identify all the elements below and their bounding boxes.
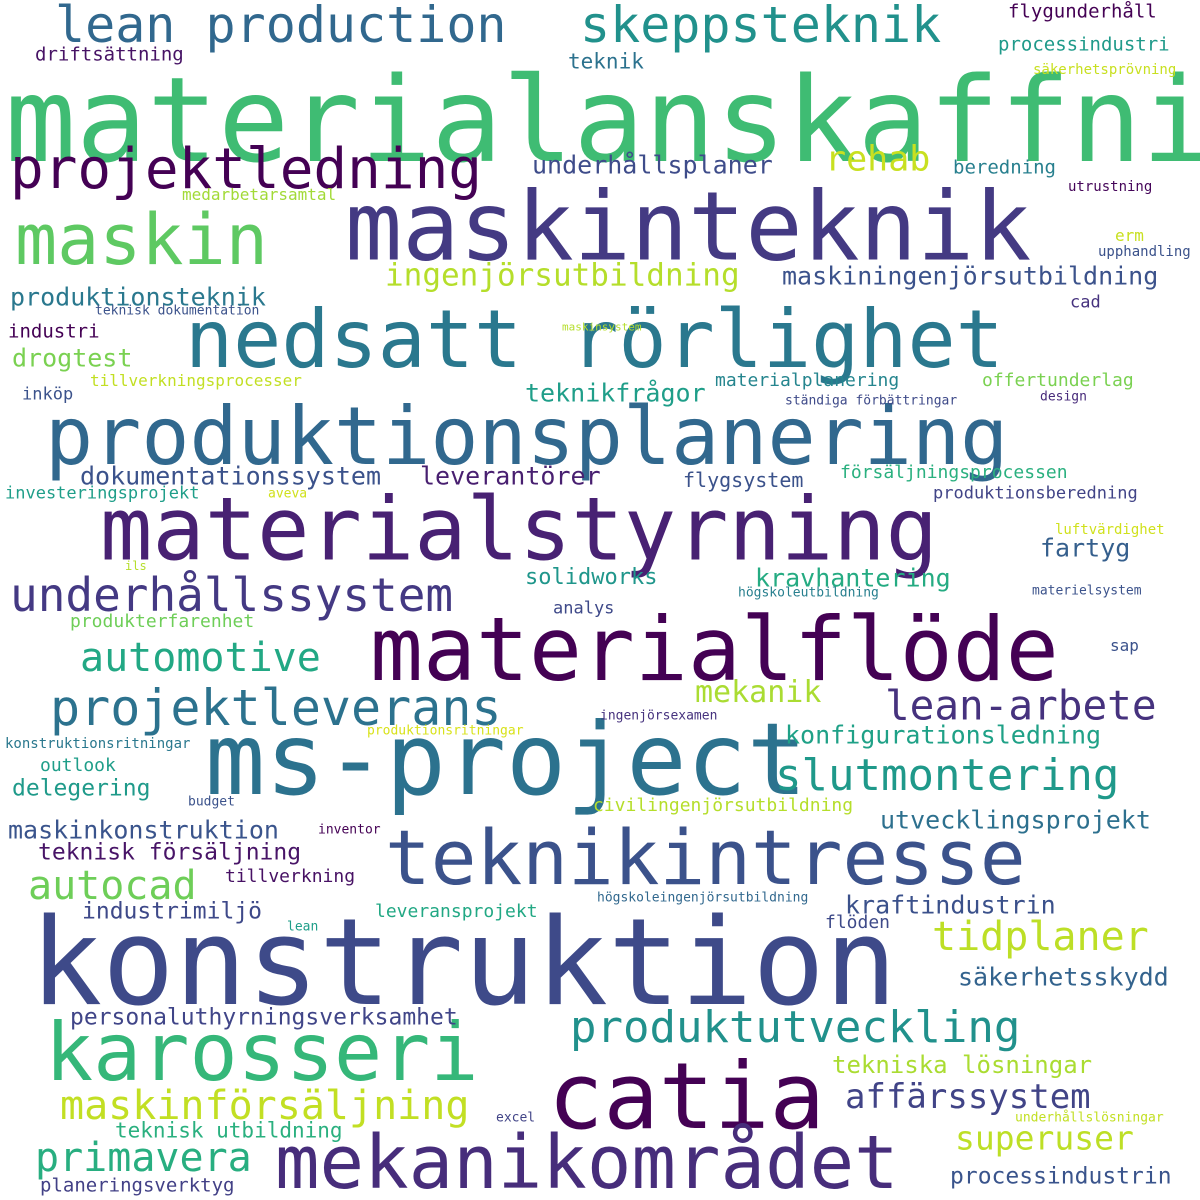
word-maskiningenjorsutbildning: maskiningenjörsutbildning xyxy=(782,261,1159,291)
word-automotive: automotive xyxy=(80,635,321,681)
word-outlook: outlook xyxy=(40,755,116,776)
word-cloud: materialanskaffning maskinteknik nedsatt… xyxy=(0,0,1200,1200)
word-budget: budget xyxy=(188,794,235,810)
word-konstruktionsritningar: konstruktionsritningar xyxy=(5,736,191,752)
word-inventor: inventor xyxy=(318,822,381,838)
word-sakerhetsskydd: säkerhetsskydd xyxy=(958,962,1169,992)
word-medarbetarsamtal: medarbetarsamtal xyxy=(182,185,337,204)
word-planeringsverktyg: planeringsverktyg xyxy=(40,1174,235,1197)
word-skeppsteknik: skeppsteknik xyxy=(580,0,942,54)
word-affarssystem: affärssystem xyxy=(845,1077,1091,1117)
word-hogskoleingenjorsutbildning: högskoleingenjörsutbildning xyxy=(597,890,809,906)
word-ingenjorsexamen: ingenjörsexamen xyxy=(600,708,718,724)
word-maskin: maskin xyxy=(15,199,268,281)
word-beredning: beredning xyxy=(953,156,1056,179)
word-produktionsberedning: produktionsberedning xyxy=(933,483,1138,504)
word-cad: cad xyxy=(1070,292,1101,313)
word-sakerhetsprovning: säkerhetsprövning xyxy=(1033,62,1177,78)
word-tekniska-losningar: tekniska lösningar xyxy=(832,1051,1093,1079)
word-mekanik: mekanik xyxy=(695,675,822,710)
word-utvecklingsprojekt: utvecklingsprojekt xyxy=(880,805,1151,835)
word-primavera: primavera xyxy=(35,1135,252,1181)
word-materialplanering: materialplanering xyxy=(715,370,900,391)
word-upphandling: upphandling xyxy=(1098,244,1191,260)
word-industrimiljo: industrimiljö xyxy=(82,898,263,925)
word-lean-production: lean production xyxy=(55,0,507,54)
word-fartyg: fartyg xyxy=(1040,533,1131,563)
word-rehab: rehab xyxy=(825,139,931,180)
word-maskinsystem: maskinsystem xyxy=(562,320,642,334)
word-mekanikomradet: mekanikområdet xyxy=(275,1120,899,1200)
word-floden: flöden xyxy=(825,912,891,933)
word-superuser: superuser xyxy=(955,1118,1134,1158)
word-inkop: inköp xyxy=(22,384,74,405)
word-luftvardighet: luftvärdighet xyxy=(1055,522,1165,538)
word-produkterfarenhet: produkterfarenhet xyxy=(70,611,255,632)
word-forsaljningsprocessen: försäljningsprocessen xyxy=(840,462,1068,483)
word-drogtest: drogtest xyxy=(12,343,133,373)
word-produktionsritningar: produktionsritningar xyxy=(367,723,524,739)
word-leveransprojekt: leveransprojekt xyxy=(375,901,538,922)
word-industri: industri xyxy=(8,320,100,343)
word-civilingenjorsutbildning: civilingenjörsutbildning xyxy=(593,795,854,816)
word-teknisk-utbildning: teknisk utbildning xyxy=(115,1118,343,1143)
word-sap: sap xyxy=(1110,636,1139,655)
word-teknikfragor: teknikfrågor xyxy=(525,378,706,408)
word-ils: ils xyxy=(125,559,147,573)
word-design: design xyxy=(1040,389,1087,405)
word-offertunderlag: offertunderlag xyxy=(982,370,1134,391)
word-teknik: teknik xyxy=(568,49,644,74)
word-konfigurationsledning: konfigurationsledning xyxy=(785,720,1102,750)
word-produktutveckling: produktutveckling xyxy=(570,1002,1021,1053)
word-teknisk-dokumentation: teknisk dokumentation xyxy=(95,303,260,319)
word-standiga-forbattringar: ständiga förbättringar xyxy=(785,393,958,409)
word-driftsattning: driftsättning xyxy=(35,43,184,66)
word-tillverkning: tillverkning xyxy=(225,866,356,887)
word-excel: excel xyxy=(496,1110,536,1126)
word-tillverkningsprocesser: tillverkningsprocesser xyxy=(90,371,302,390)
word-analys: analys xyxy=(553,598,615,619)
word-erm: erm xyxy=(1115,226,1144,245)
word-materielsystem: materielsystem xyxy=(1032,583,1142,599)
word-processindustri: processindustri xyxy=(998,33,1170,56)
word-tidplaner: tidplaner xyxy=(932,914,1149,960)
word-flygsystem: flygsystem xyxy=(683,468,804,492)
word-personaluthyrningsverksamhet: personaluthyrningsverksamhet xyxy=(70,1004,458,1031)
word-utrustning: utrustning xyxy=(1068,179,1153,195)
word-solidworks: solidworks xyxy=(525,565,658,590)
word-delegering: delegering xyxy=(12,775,151,802)
word-nedsatt-rorlighet: nedsatt rörlighet xyxy=(185,293,1004,386)
word-aveva: aveva xyxy=(268,486,308,502)
word-ingenjorsutbildning: ingenjörsutbildning xyxy=(385,257,740,294)
word-underhallslosningar: underhållslösningar xyxy=(1015,1110,1164,1126)
word-lean: lean xyxy=(287,919,319,935)
word-leverantorer: leverantörer xyxy=(420,461,601,491)
word-flygunderhall: flygunderhåll xyxy=(1008,0,1157,23)
word-investeringsprojekt: investeringsprojekt xyxy=(5,483,200,504)
word-slutmontering: slutmontering xyxy=(775,750,1120,801)
word-hogskoleutbildning: högskoleutbildning xyxy=(738,585,879,601)
word-underhallsplaner: underhållsplaner xyxy=(532,150,773,180)
word-processindustrin: processindustrin xyxy=(950,1163,1172,1190)
word-materialstyrning: materialstyrning xyxy=(100,478,939,581)
word-teknisk-forsaljning: teknisk försäljning xyxy=(38,839,302,866)
